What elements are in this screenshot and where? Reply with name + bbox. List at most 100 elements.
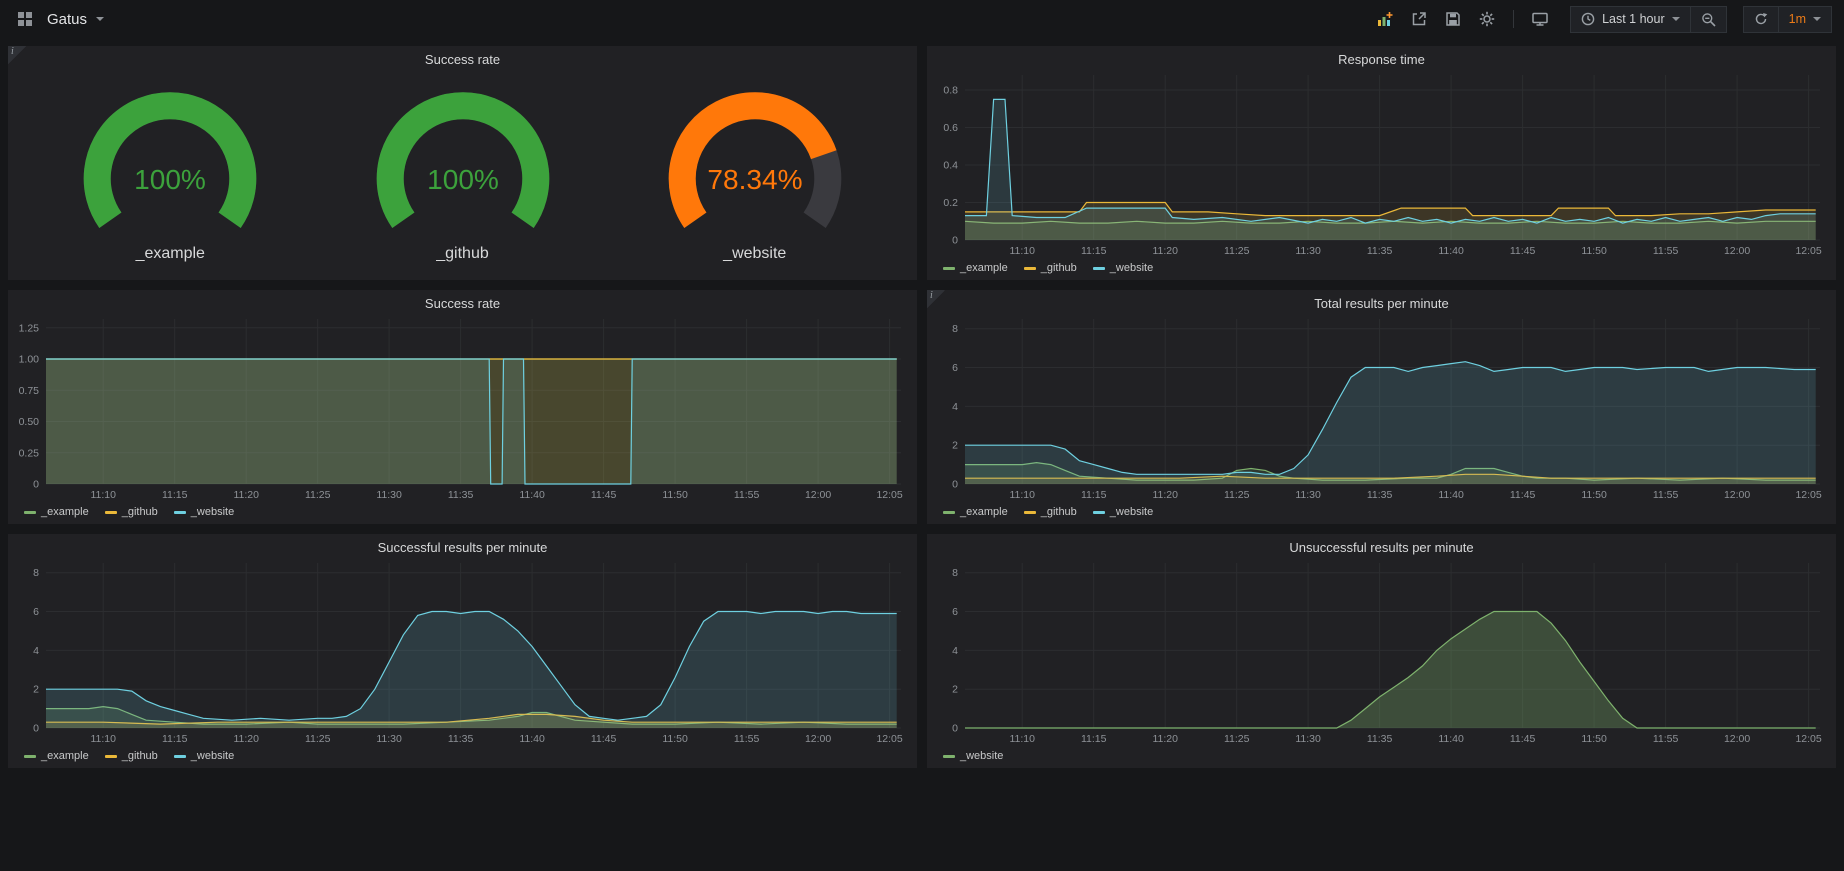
legend-item-_github[interactable]: _github [1024, 506, 1077, 518]
x-tick-label: 11:30 [1295, 489, 1321, 501]
panel-title[interactable]: Success rate [8, 290, 917, 313]
y-tick-label: 0 [33, 723, 39, 735]
legend-item-_website[interactable]: _website [174, 750, 234, 762]
x-tick-label: 11:50 [1581, 245, 1607, 257]
legend-item-_github[interactable]: _github [105, 750, 158, 762]
chart-canvas[interactable]: 11:1011:1511:2011:2511:3011:3511:4011:45… [927, 313, 1836, 504]
dashboard-settings-button[interactable] [1473, 7, 1501, 31]
refresh-button[interactable] [1743, 6, 1779, 33]
x-tick-label: 11:20 [1152, 489, 1178, 501]
time-range-label: Last 1 hour [1602, 12, 1665, 26]
legend-item-_example[interactable]: _example [943, 262, 1008, 274]
x-tick-label: 12:00 [1724, 245, 1750, 257]
refresh-controls-group: 1m [1743, 6, 1832, 33]
y-tick-label: 6 [952, 606, 958, 618]
chart-body-unsuccessful-results[interactable]: 11:1011:1511:2011:2511:3011:3511:4011:45… [927, 557, 1836, 748]
x-tick-label: 11:35 [1367, 245, 1393, 257]
time-range-caret-down-icon [1672, 17, 1680, 21]
y-tick-label: 0.75 [19, 385, 40, 397]
add-panel-button[interactable] [1371, 7, 1399, 31]
x-tick-label: 11:35 [1367, 489, 1393, 501]
x-tick-label: 11:30 [376, 733, 402, 745]
x-tick-label: 11:40 [519, 733, 545, 745]
save-dashboard-button[interactable] [1439, 7, 1467, 31]
time-range-picker[interactable]: Last 1 hour [1570, 6, 1691, 33]
legend-item-_website[interactable]: _website [943, 750, 1003, 762]
navbar-divider [1513, 10, 1514, 28]
share-dashboard-button[interactable] [1405, 7, 1433, 31]
legend-series-name: _github [122, 750, 158, 762]
y-tick-label: 8 [952, 567, 958, 579]
panel-info-icon[interactable] [8, 46, 26, 64]
grid-icon [18, 12, 32, 26]
panel-title[interactable]: Response time [927, 46, 1836, 69]
legend-swatch [1024, 267, 1036, 270]
x-tick-label: 11:40 [1438, 245, 1464, 257]
monitor-icon [1532, 11, 1548, 27]
series-area-_website [965, 612, 1816, 729]
chart-canvas[interactable]: 11:1011:1511:2011:2511:3011:3511:4011:45… [927, 69, 1836, 260]
cycle-view-button[interactable] [1526, 7, 1554, 31]
x-tick-label: 11:40 [1438, 489, 1464, 501]
x-tick-label: 11:35 [448, 489, 474, 501]
panel-title[interactable]: Unsuccessful results per minute [927, 534, 1836, 557]
refresh-interval-picker[interactable]: 1m [1779, 6, 1832, 33]
chart-body-total-results[interactable]: 11:1011:1511:2011:2511:3011:3511:4011:45… [927, 313, 1836, 504]
chart-canvas[interactable]: 11:1011:1511:2011:2511:3011:3511:4011:45… [8, 557, 917, 748]
legend-series-name: _website [1110, 262, 1153, 274]
x-tick-label: 11:10 [1009, 489, 1035, 501]
navbar: Gatus Last 1 hour [0, 0, 1844, 38]
x-tick-label: 11:15 [1081, 733, 1107, 745]
dashboard-title[interactable]: Gatus [47, 11, 87, 28]
x-tick-label: 11:35 [1367, 733, 1393, 745]
legend-item-_website[interactable]: _website [1093, 262, 1153, 274]
gauge-value: 78.34% [707, 163, 802, 194]
legend-item-_github[interactable]: _github [1024, 262, 1077, 274]
gauge-arc-_website: 78.34% [625, 87, 885, 243]
y-tick-label: 0.4 [943, 160, 958, 172]
panel-title[interactable]: Success rate [8, 46, 917, 69]
chart-canvas[interactable]: 11:1011:1511:2011:2511:3011:3511:4011:45… [927, 557, 1836, 748]
gauge-label: _github [436, 245, 489, 263]
y-tick-label: 8 [33, 567, 39, 579]
legend-item-_example[interactable]: _example [943, 506, 1008, 518]
gauge-_github: 100%_github [333, 87, 593, 263]
x-tick-label: 11:30 [1295, 245, 1321, 257]
panel-title[interactable]: Successful results per minute [8, 534, 917, 557]
x-tick-label: 11:45 [591, 489, 617, 501]
panel-title[interactable]: Total results per minute [927, 290, 1836, 313]
legend-series-name: _example [41, 750, 89, 762]
x-tick-label: 11:40 [519, 489, 545, 501]
legend-item-_website[interactable]: _website [1093, 506, 1153, 518]
y-tick-label: 0 [952, 235, 958, 247]
legend-item-_website[interactable]: _website [174, 506, 234, 518]
zoom-out-button[interactable] [1691, 6, 1727, 33]
panel-response-time: Response time 11:1011:1511:2011:2511:301… [927, 46, 1836, 280]
x-tick-label: 12:00 [805, 489, 831, 501]
chart-canvas[interactable]: 11:1011:1511:2011:2511:3011:3511:4011:45… [8, 313, 917, 504]
panel-info-icon[interactable] [927, 290, 945, 308]
chart-body-response-time[interactable]: 11:1011:1511:2011:2511:3011:3511:4011:45… [927, 69, 1836, 260]
x-tick-label: 11:15 [162, 489, 188, 501]
y-tick-label: 0 [952, 723, 958, 735]
panel-success-rate-gauges: Success rate 100%_example100%_github78.3… [8, 46, 917, 280]
y-tick-label: 6 [952, 362, 958, 374]
legend-swatch [943, 511, 955, 514]
legend-swatch [174, 755, 186, 758]
x-tick-label: 11:15 [162, 733, 188, 745]
gauge-label: _website [723, 245, 786, 263]
y-tick-label: 0.8 [943, 85, 958, 97]
chart-body-successful-results[interactable]: 11:1011:1511:2011:2511:3011:3511:4011:45… [8, 557, 917, 748]
dashboard-caret-down-icon[interactable] [96, 17, 104, 21]
dashboards-grid-icon[interactable] [12, 8, 38, 30]
chart-body-success-rate[interactable]: 11:1011:1511:2011:2511:3011:3511:4011:45… [8, 313, 917, 504]
gauge-label: _example [136, 245, 205, 263]
legend-item-_example[interactable]: _example [24, 750, 89, 762]
legend-item-_github[interactable]: _github [105, 506, 158, 518]
series-area-_website [965, 362, 1816, 484]
share-icon [1411, 11, 1427, 27]
legend-series-name: _example [41, 506, 89, 518]
x-tick-label: 11:10 [90, 489, 116, 501]
y-tick-label: 1.25 [19, 322, 40, 334]
legend-item-_example[interactable]: _example [24, 506, 89, 518]
